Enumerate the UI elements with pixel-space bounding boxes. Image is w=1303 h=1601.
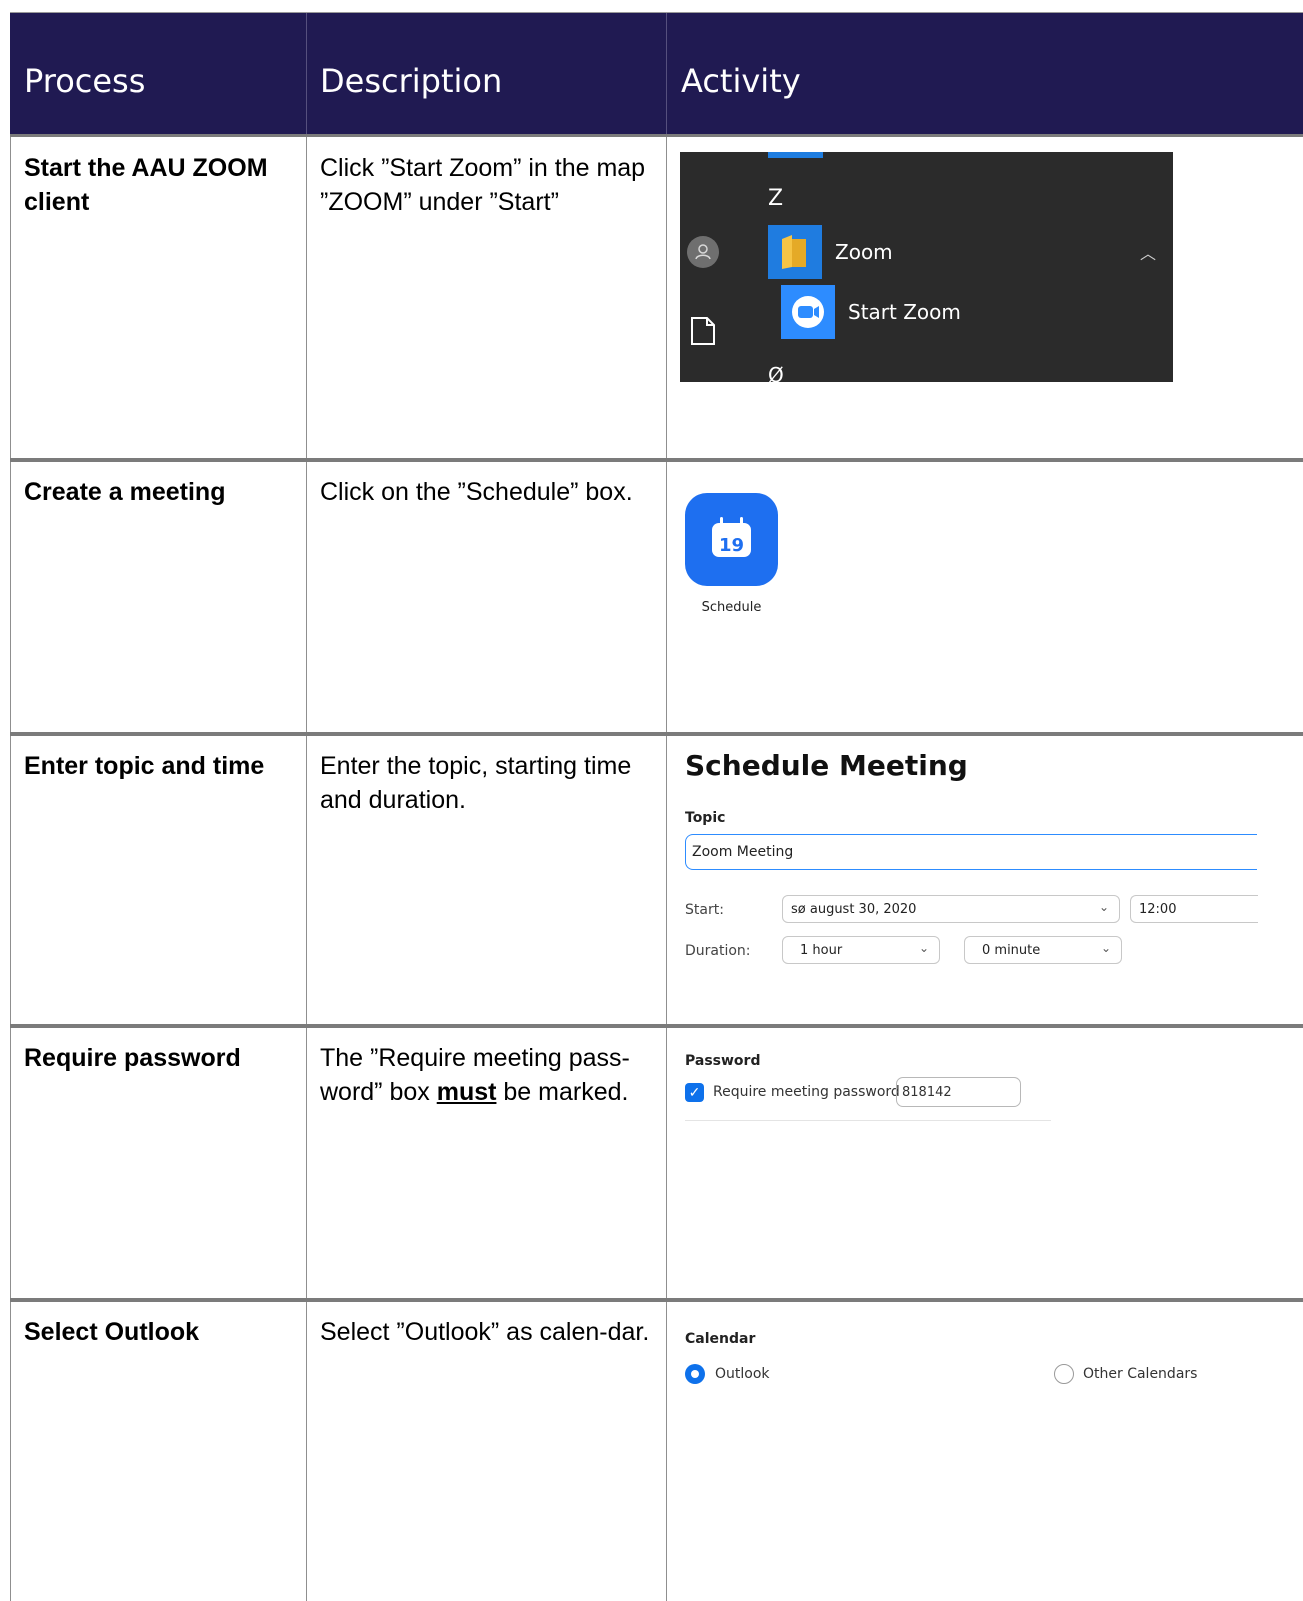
folder-icon[interactable] — [768, 225, 822, 279]
duration-minutes-select[interactable]: 0 minute ⌄ — [964, 936, 1122, 964]
calendar-day: 19 — [719, 535, 744, 556]
section-letter: Ø — [768, 363, 784, 382]
outlook-label[interactable]: Outlook — [715, 1366, 770, 1382]
divider — [685, 1120, 1051, 1121]
start-date-select[interactable]: sø august 30, 2020 ⌄ — [782, 895, 1120, 923]
process-cell: Require password — [24, 1044, 241, 1072]
header-separator — [666, 13, 667, 134]
process-cell: Create a meeting — [24, 478, 226, 506]
calendar-icon: 19 — [712, 517, 751, 557]
start-date-value: sø august 30, 2020 — [791, 902, 917, 917]
require-password-checkbox[interactable]: ✓ — [685, 1083, 704, 1102]
description-cell: Click on the ”Schedule” box. — [320, 478, 633, 506]
tile-fragment — [768, 152, 823, 158]
description-cell: Click ”Start Zoom” in the map ”ZOOM” und… — [320, 154, 646, 216]
folder-label[interactable]: Zoom — [835, 240, 893, 264]
description-cell: Enter the topic, starting time and durat… — [320, 752, 632, 814]
row-divider — [10, 1024, 1303, 1028]
user-icon — [687, 236, 719, 268]
duration-minutes-value: 0 minute — [982, 943, 1041, 958]
schedule-label[interactable]: Schedule — [685, 600, 778, 615]
zoom-app-icon[interactable] — [781, 285, 835, 339]
start-menu-screenshot: Z Zoom ︿ Start Zoom Ø — [680, 152, 1173, 382]
duration-hours-select[interactable]: 1 hour ⌄ — [782, 936, 940, 964]
section-letter: Z — [768, 186, 784, 211]
table-left-border — [10, 134, 11, 1601]
chevron-down-icon: ⌄ — [1098, 900, 1109, 914]
table-header: Process Description Activity — [10, 13, 1303, 134]
description-cell: Select ”Outlook” as calen-dar. — [320, 1318, 650, 1346]
header-description: Description — [320, 62, 503, 100]
topic-input[interactable]: Zoom Meeting — [685, 834, 1257, 870]
process-cell: Select Outlook — [24, 1318, 200, 1346]
start-zoom-label[interactable]: Start Zoom — [848, 300, 961, 324]
require-password-label[interactable]: Require meeting password — [713, 1084, 900, 1100]
header-process: Process — [24, 62, 146, 100]
start-label: Start: — [685, 902, 724, 918]
other-calendars-label[interactable]: Other Calendars — [1083, 1366, 1197, 1382]
description-cell: The ”Require meeting pass-word” box must… — [320, 1041, 655, 1109]
password-input[interactable]: 818142 — [896, 1077, 1021, 1107]
process-cell: Enter topic and time — [24, 752, 265, 780]
row-divider — [10, 732, 1303, 736]
duration-hours-value: 1 hour — [800, 943, 843, 958]
chevron-up-icon[interactable]: ︿ — [1140, 240, 1156, 264]
document-icon — [690, 316, 716, 351]
password-section-label: Password — [685, 1053, 761, 1069]
schedule-button[interactable]: 19 — [685, 493, 778, 586]
chevron-down-icon: ⌄ — [918, 941, 929, 955]
column-divider — [306, 134, 307, 1601]
row-divider — [10, 134, 1303, 137]
description-text: be marked. — [496, 1078, 629, 1106]
calendar-section-label: Calendar — [685, 1331, 756, 1347]
chevron-down-icon: ⌄ — [1100, 941, 1111, 955]
header-activity: Activity — [681, 62, 801, 100]
outlook-radio[interactable] — [685, 1364, 705, 1384]
schedule-meeting-title: Schedule Meeting — [685, 749, 968, 782]
header-separator — [306, 13, 307, 134]
process-cell: Start the AAU ZOOM client — [24, 154, 268, 216]
start-time-select[interactable]: 12:00 — [1130, 895, 1258, 923]
column-divider — [666, 134, 667, 1601]
other-calendars-radio[interactable] — [1054, 1364, 1074, 1384]
topic-label: Topic — [685, 810, 726, 826]
emphasis-text: must — [436, 1078, 497, 1106]
row-divider — [10, 1298, 1303, 1302]
duration-label: Duration: — [685, 943, 751, 959]
row-divider — [10, 458, 1303, 462]
start-time-value: 12:00 — [1139, 902, 1177, 917]
